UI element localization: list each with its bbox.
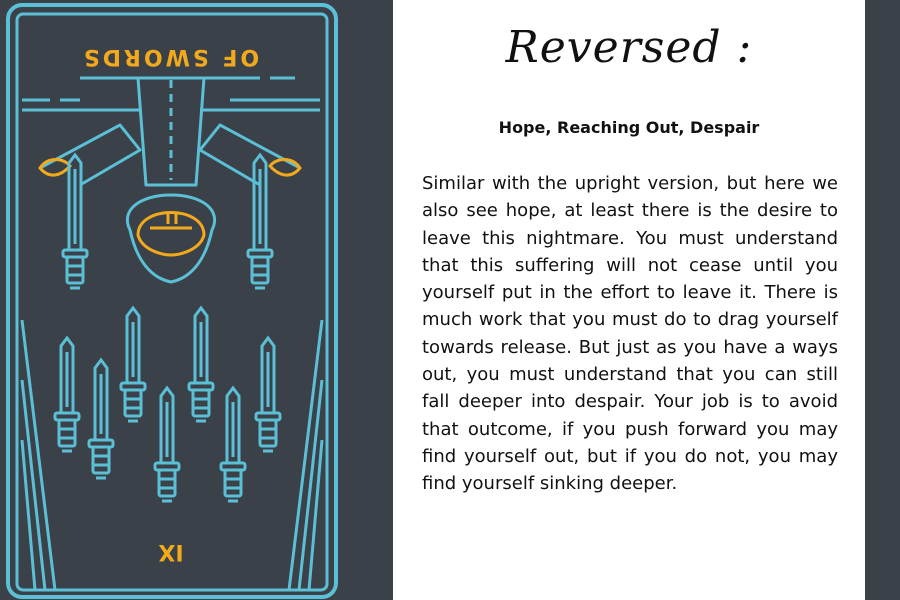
sword-8 [219, 385, 247, 503]
card-outer-frame [6, 3, 338, 599]
reading-panel: Reversed : Hope, Reaching Out, Despair S… [393, 0, 865, 600]
sword-6 [153, 385, 181, 503]
nine-of-swords-reversed-card: OF SWORDS IX [6, 3, 338, 599]
sword-1 [61, 152, 89, 290]
sword-5 [119, 305, 147, 423]
card-title: OF SWORDS [81, 44, 259, 69]
sword-9 [254, 335, 282, 453]
reading-keywords: Hope, Reaching Out, Despair [498, 118, 760, 137]
card-numeral-text: IX [158, 539, 183, 564]
sword-2 [246, 152, 274, 290]
swords-group [53, 152, 282, 503]
tarot-card-panel: OF SWORDS IX [0, 0, 393, 600]
reading-body: Similar with the upright version, but he… [422, 173, 838, 495]
right-border-strip [865, 0, 900, 600]
card-title-text: OF SWORDS [81, 44, 259, 69]
card-numeral: IX [158, 539, 183, 564]
sword-4 [87, 357, 115, 480]
reading-heading: Reversed : [505, 22, 753, 73]
sword-3 [53, 335, 81, 453]
sword-7 [187, 305, 215, 423]
